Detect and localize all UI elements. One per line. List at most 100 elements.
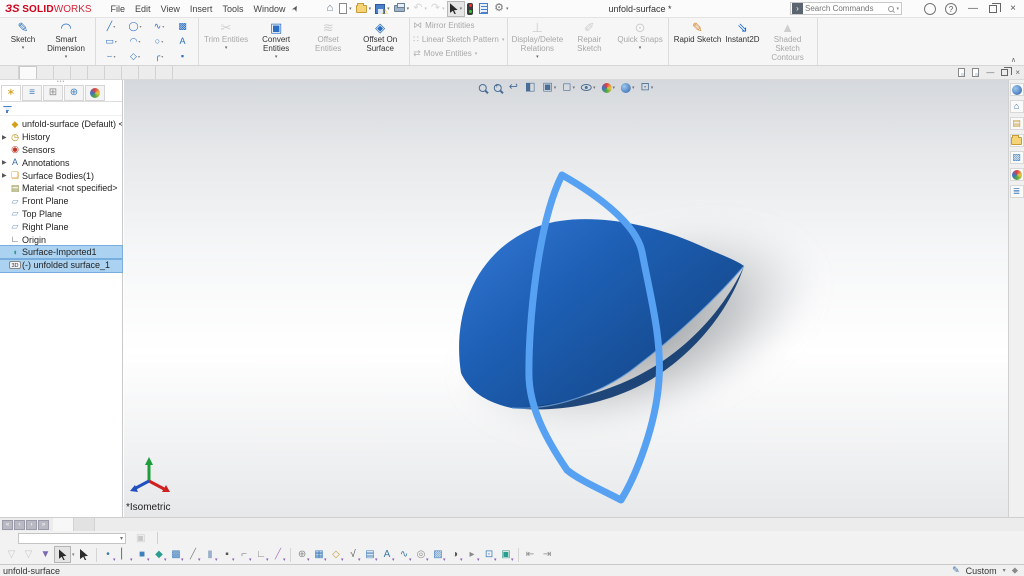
configuration-combo[interactable]: ▾ (18, 533, 126, 544)
view-palette-icon[interactable]: ▧ (1010, 151, 1024, 164)
filter-section-icon[interactable]: ◑ (447, 546, 464, 563)
tab-nav-button[interactable]: ‹ (14, 520, 25, 530)
zoom-to-fit-icon[interactable] (477, 83, 490, 93)
filter-centerline-icon[interactable]: ╱ (270, 546, 287, 563)
point-icon[interactable]: ▪ (171, 49, 195, 64)
tab-nav-button[interactable]: » (38, 520, 49, 530)
filter-equations-icon[interactable]: √ (345, 546, 362, 563)
zoom-to-area-icon[interactable] (492, 83, 505, 93)
command-tab[interactable] (2, 66, 19, 79)
options-gear-icon[interactable]: ⚙▾ (492, 1, 510, 17)
display-state-label[interactable]: Custom (966, 566, 997, 576)
filter-annotations-icon[interactable]: ◇ (328, 546, 345, 563)
apply-scene-icon[interactable]: ▾ (619, 82, 637, 94)
save-icon[interactable]: ▾ (373, 1, 392, 17)
doc-window-icon-2[interactable] (972, 68, 979, 77)
filter-all-icon[interactable]: ▼ (37, 546, 54, 563)
restore-button[interactable] (989, 5, 997, 13)
edit-appearance-icon[interactable]: ▾ (599, 82, 617, 94)
command-tab[interactable] (19, 66, 37, 79)
command-tab[interactable] (71, 66, 88, 79)
select-arrow-icon[interactable] (54, 546, 71, 563)
filter-edges-icon[interactable]: ▏ (117, 546, 134, 563)
convert-entities-button[interactable]: ▣ Convert Entities ▾ (250, 19, 302, 61)
search-icon[interactable] (888, 6, 894, 12)
doc-restore-icon[interactable] (1001, 69, 1008, 76)
file-properties-icon[interactable] (477, 1, 492, 17)
command-tab[interactable] (122, 66, 139, 79)
filter-weld-icon[interactable]: ▸ (464, 546, 481, 563)
filter-sketch-points-icon[interactable]: ▪ (219, 546, 236, 563)
arc-icon[interactable]: ◠▾ (123, 34, 147, 49)
design-library-icon[interactable]: ▤ (1010, 117, 1024, 130)
filter-faces-icon[interactable]: ■ (134, 546, 151, 563)
tree-item-history[interactable]: ▶ ◷ History (0, 131, 122, 144)
tab-nav-button[interactable]: « (2, 520, 13, 530)
text-icon[interactable]: A (171, 34, 195, 49)
command-tab[interactable] (105, 66, 122, 79)
filter-sketch-segments-icon[interactable]: ⌐ (236, 546, 253, 563)
pin-menu-icon[interactable] (292, 4, 302, 14)
hide-show-items-icon[interactable]: ▾ (579, 83, 598, 92)
graphics-viewport[interactable]: ↩ ◧ ▣▾ ◻▾ ▾ ▾ ▾ ⊡▾ *Isometric (124, 80, 1008, 517)
tree-item-surface-imported[interactable]: ◖ Surface-Imported1 (0, 246, 122, 259)
display-style-icon[interactable]: ◻▾ (560, 81, 577, 94)
open-document-icon[interactable]: ▾ (354, 1, 374, 17)
rectangle-icon[interactable]: ▭▾ (99, 34, 123, 49)
configurationmanager-tab-icon[interactable]: ⊞ (43, 85, 63, 101)
ellipse-icon[interactable]: ○▾ (147, 34, 171, 49)
doc-minimize-icon[interactable]: — (986, 68, 994, 77)
tree-item-sensors[interactable]: ◉ Sensors (0, 144, 122, 157)
menu-item[interactable]: Edit (130, 2, 156, 16)
ribbon-collapse-icon[interactable]: ∧ (1011, 56, 1016, 64)
featuremanager-tab-icon[interactable]: ∗ (1, 85, 21, 101)
offset-entities-button[interactable]: ≋ Offset Entities (302, 19, 354, 55)
display-state-caret-icon[interactable]: ▾ (1003, 567, 1006, 574)
repair-sketch-button[interactable]: ✐ Repair Sketch (563, 19, 615, 55)
display-delete-relations-button[interactable]: ⊥ Display/Delete Relations ▾ (511, 19, 563, 61)
line-icon[interactable]: ╱▾ (99, 19, 123, 34)
move-entities-button[interactable]: ⇄ Move Entities ▾ (413, 47, 504, 60)
linear-sketch-pattern-button[interactable]: ∷ Linear Sketch Pattern ▾ (413, 33, 504, 46)
mirror-entities-button[interactable]: ⋈ Mirror Entities (413, 19, 504, 32)
command-tab[interactable] (156, 66, 173, 79)
solidworks-resources-icon[interactable]: ⌂ (1010, 100, 1024, 113)
redo-icon[interactable]: ↷▾ (429, 1, 447, 17)
filter-midpoints-icon[interactable]: ∟ (253, 546, 270, 563)
tree-filter-row[interactable] (0, 102, 122, 116)
command-tab[interactable] (139, 66, 156, 79)
close-button[interactable]: × (1006, 3, 1020, 14)
dimxpertmanager-tab-icon[interactable]: ⊕ (64, 85, 84, 101)
filter-next-icon[interactable]: ⇥ (539, 546, 556, 563)
menu-item[interactable]: Window (248, 2, 290, 16)
menu-item[interactable]: Insert (185, 2, 218, 16)
filter-axes-icon[interactable]: ╱ (185, 546, 202, 563)
menu-item[interactable]: Tools (217, 2, 248, 16)
tags-icon[interactable]: ⬥ (1012, 565, 1018, 576)
filter-routing-icon[interactable]: ▣ (498, 546, 515, 563)
doc-close-icon[interactable]: × (1015, 68, 1020, 77)
study-tab[interactable] (74, 518, 95, 531)
tree-item-top-plane[interactable]: ▱ Top Plane (0, 208, 122, 221)
tree-item-front-plane[interactable]: ▱ Front Plane (0, 195, 122, 208)
minimize-button[interactable]: — (966, 3, 980, 14)
shaded-sketch-contours-button[interactable]: ▲ Shaded Sketch Contours (762, 19, 814, 64)
fillet-icon[interactable]: ╭▾ (147, 49, 171, 64)
file-explorer-icon[interactable] (1010, 134, 1024, 147)
undo-icon[interactable]: ↶▾ (411, 1, 429, 17)
new-document-icon[interactable]: ▾ (337, 1, 354, 17)
filter-solid-bodies-icon[interactable]: ▩ (168, 546, 185, 563)
filter-surface-bodies-icon[interactable]: ◆ (151, 546, 168, 563)
filter-hatch-icon[interactable]: ▨ (430, 546, 447, 563)
filter-curves-icon[interactable]: ∿ (396, 546, 413, 563)
filter-vertices-icon[interactable]: • (100, 546, 117, 563)
polygon-icon[interactable]: ◇▾ (123, 49, 147, 64)
rapid-sketch-button[interactable]: ✎ Rapid Sketch (672, 19, 724, 46)
help-icon[interactable]: ? (945, 3, 957, 15)
quick-snaps-button[interactable]: ⊙ Quick Snaps ▾ (615, 19, 664, 52)
3dexperience-icon[interactable] (1010, 83, 1024, 96)
tree-item-origin[interactable]: ∟ Origin (0, 233, 122, 246)
spline-icon[interactable]: ∿▾ (147, 19, 171, 34)
propertymanager-tab-icon[interactable]: ≡ (22, 85, 42, 101)
search-box[interactable]: › ▾ (790, 2, 902, 15)
